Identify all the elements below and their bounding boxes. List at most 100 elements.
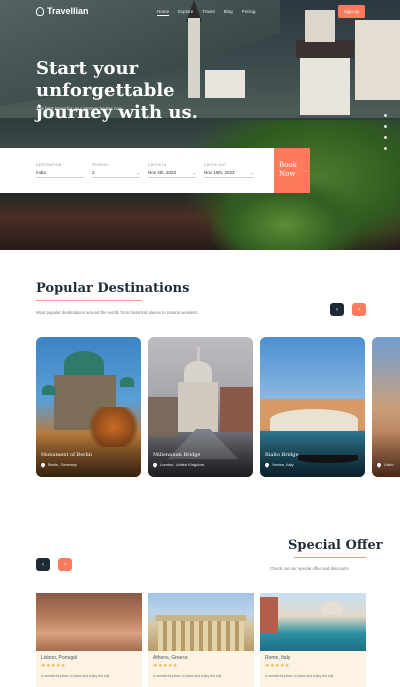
offer-card[interactable]: Athens, Greece ★★★★★ A wonderful place t… [148,593,254,687]
signup-button[interactable]: Sign up [338,5,365,18]
booking-bar: DESTINATION India PERSON 2 ⌄ CHECK IN Nov… [0,148,310,193]
destination-field[interactable]: DESTINATION India [36,163,84,178]
hero-title: Start your unforgettable journey with us… [36,58,198,123]
checkout-value: Nov 10th, 2023 [204,170,235,175]
offer-description: A wonderful place to relax and enjoy the… [41,674,110,678]
destination-location: Venice, Italy [264,461,294,468]
tower-dome [120,377,134,387]
chevron-down-icon: ⌄ [136,170,140,175]
title-underline [294,557,366,558]
destination-name: Millennium Bridge [153,452,201,458]
slider-dot[interactable] [384,125,387,128]
title-underline [36,300,142,301]
destination-input[interactable]: India [36,170,84,178]
logo[interactable]: Travellian [36,6,89,16]
star-rating: ★★★★★ [265,663,290,669]
star-rating: ★★★★★ [153,663,178,669]
building [260,597,278,633]
cathedral-body [178,382,218,432]
rialto-bridge [270,409,358,431]
offer-image [260,593,366,651]
star-rating: ★★★★★ [41,663,66,669]
destination-location: Berlin, Germany [40,461,77,468]
location-pin-icon [376,461,382,468]
chevron-down-icon: ⌄ [250,170,254,175]
building [148,397,178,437]
destination-name: Monument of Berlin [41,452,92,458]
destination-card[interactable]: Monument of Berlin Berlin, Germany [36,337,141,477]
destination-label: DESTINATION [36,163,62,167]
basilica-dome [322,601,342,615]
slider-dot[interactable] [384,114,387,117]
menu-item-travel[interactable]: Travel [202,9,214,16]
menu-item-pricing[interactable]: Pricing [242,9,256,16]
offer-next-button[interactable]: › [58,558,72,571]
offer-description: A wonderful place to relax and enjoy the… [265,674,334,678]
popular-next-button[interactable]: › [352,303,366,316]
offer-card[interactable]: Lisbon, Portugal ★★★★★ A wonderful place… [36,593,142,687]
checkout-field[interactable]: CHECK OUT Nov 10th, 2023 ⌄ [204,163,254,178]
special-offer-subtitle: Check out our special offer and discount… [270,566,349,571]
person-label: PERSON [92,163,108,167]
hero-roof [296,40,354,58]
slider-dot[interactable] [384,147,387,150]
offer-location: Lisbon, Portugal [41,655,78,661]
location-text: Venice, Italy [272,462,294,467]
popular-title: Popular Destinations [36,281,190,296]
popular-subtitle: Most popular destinations around the wor… [36,310,199,315]
offer-card[interactable]: Rome, Italy ★★★★★ A wonderful place to r… [260,593,366,687]
special-offer-title: Special Offer [288,538,383,553]
destination-card[interactable]: Lisbo [372,337,400,477]
chevron-down-icon: ⌄ [192,170,196,175]
temple-columns [158,621,244,651]
tower-dome [42,385,56,395]
offer-image [148,593,254,651]
hero-section: Travellian Home Explore Travel Blog Pric… [0,0,400,250]
slider-dots [384,114,387,150]
checkin-label: CHECK IN [148,163,167,167]
menu-item-blog[interactable]: Blog [224,9,233,16]
card-shade [372,432,400,477]
checkin-value: Nov 4th, 2023 [148,170,177,175]
menu-item-home[interactable]: Home [157,9,170,16]
cathedral-dome [184,361,212,383]
destination-location: Lisbo [376,461,394,468]
offer-location: Rome, Italy [265,655,291,661]
cathedral-spire [197,347,200,361]
menu-item-explore[interactable]: Explore [178,9,193,16]
cathedral-dome [64,351,104,377]
destination-card[interactable]: Rialto Bridge Venice, Italy [260,337,365,477]
person-value: 2 [92,170,95,175]
offer-prev-button[interactable]: ‹ [36,558,50,571]
offer-location: Athens, Greece [153,655,188,661]
location-text: Berlin, Germany [48,462,77,467]
slider-dot[interactable] [384,136,387,139]
hero-house [300,55,350,115]
person-field[interactable]: PERSON 2 ⌄ [92,163,140,178]
location-pin-icon [40,461,46,468]
checkout-label: CHECK OUT [204,163,227,167]
location-text: Lisbo [384,462,394,467]
destination-name: Rialto Bridge [265,452,299,458]
hero-house [355,20,400,100]
destination-location: London, United Kingdom [152,461,205,468]
offer-description: A wonderful place to relax and enjoy the… [153,674,222,678]
checkin-select[interactable]: Nov 4th, 2023 ⌄ [148,170,196,178]
main-menu: Home Explore Travel Blog Pricing [157,9,255,16]
book-now-button[interactable]: Book Now → [274,148,310,193]
arrow-right-icon: → [302,168,308,174]
destination-value: India [36,170,46,175]
destination-card[interactable]: Millennium Bridge London, United Kingdom [148,337,253,477]
logo-icon [36,6,44,16]
person-select[interactable]: 2 ⌄ [92,170,140,178]
top-nav: Travellian Home Explore Travel Blog Pric… [0,0,400,24]
building [220,387,253,432]
checkout-select[interactable]: Nov 10th, 2023 ⌄ [204,170,254,178]
logo-text: Travellian [47,6,89,16]
location-pin-icon [264,461,270,468]
offer-image [36,593,142,651]
checkin-field[interactable]: CHECK IN Nov 4th, 2023 ⌄ [148,163,196,178]
location-text: London, United Kingdom [160,462,205,467]
popular-prev-button[interactable]: ‹ [330,303,344,316]
hero-subtitle: The best travel for your journey begins … [36,106,123,111]
